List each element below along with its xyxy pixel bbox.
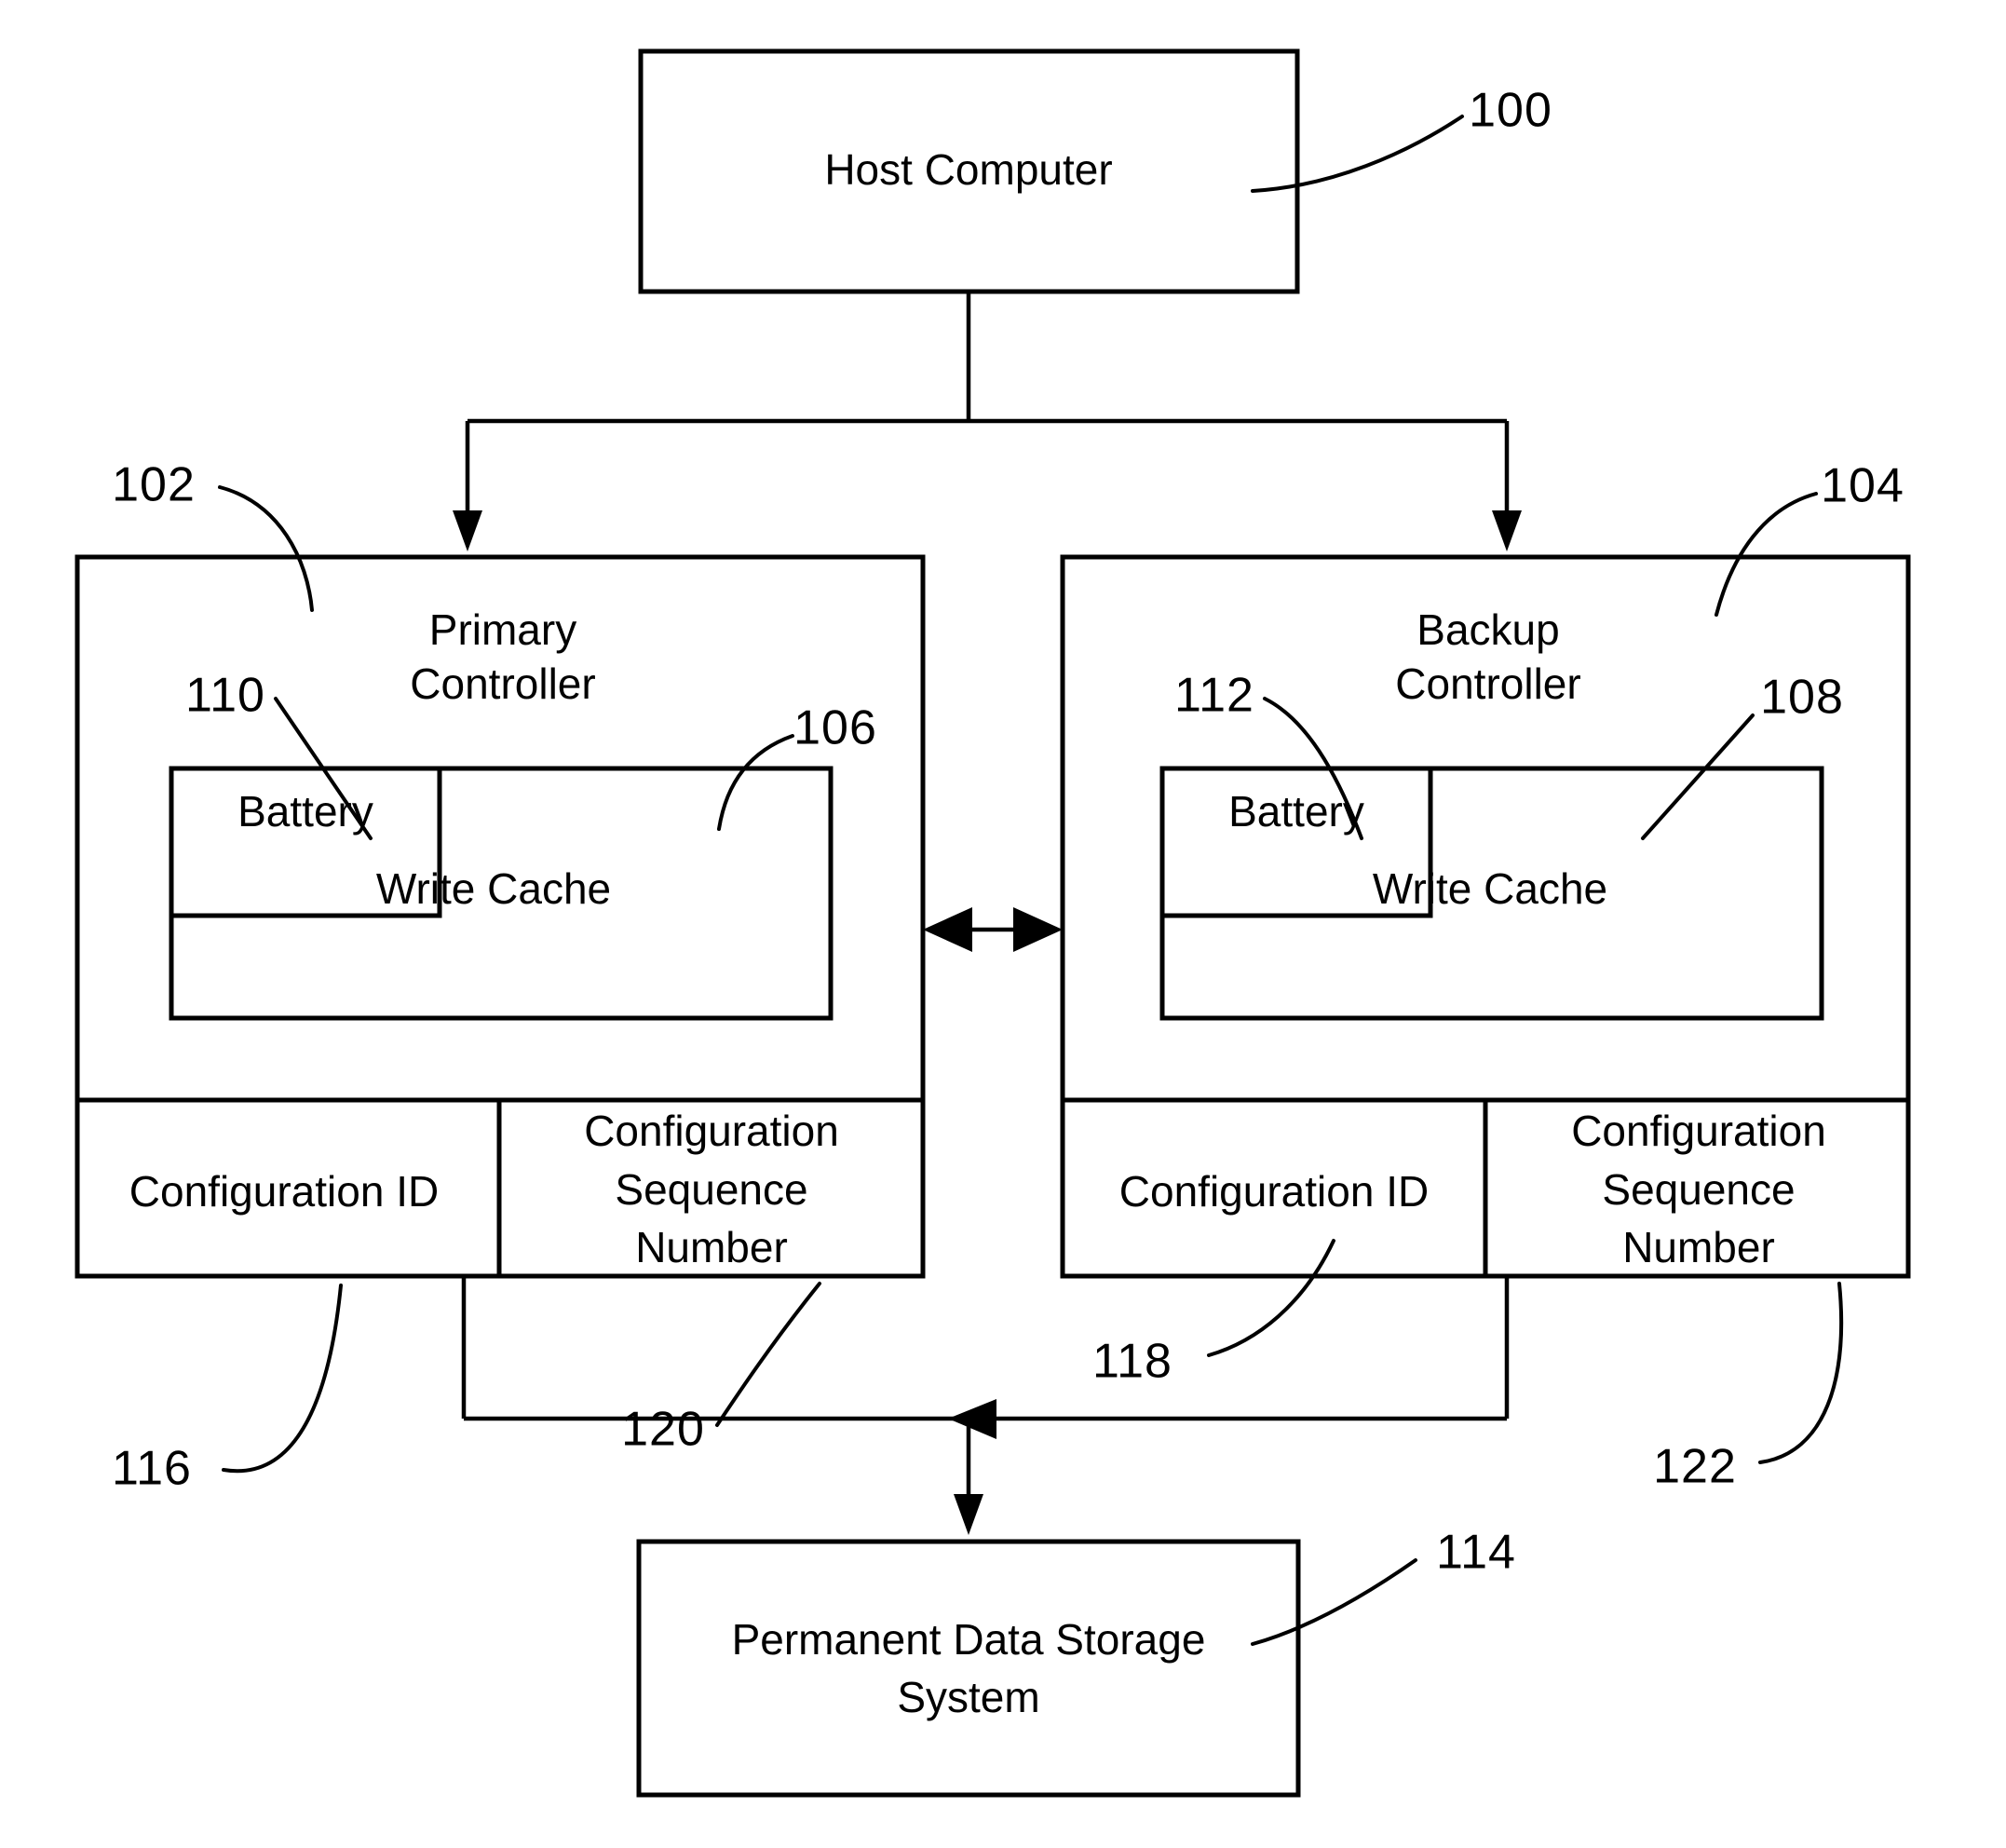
ref-100-leader [1251, 115, 1464, 193]
backup-controller-block: Backup Controller Write Cache Battery Co… [1060, 554, 1911, 1279]
ref-108-callout: 108 [1641, 671, 1844, 840]
controllers-to-storage-bus [461, 1276, 1510, 1535]
ref-106-callout: 106 [717, 701, 877, 831]
primary-controller-label-line1: Primary [429, 605, 576, 654]
permanent-storage-label-line2: System [897, 1673, 1039, 1721]
ref-100-number: 100 [1469, 84, 1552, 138]
ref-110-number: 110 [185, 669, 265, 723]
host-computer-label: Host Computer [824, 145, 1112, 194]
ref-102-number: 102 [112, 458, 196, 512]
primary-configuration-id-label: Configuration ID [129, 1167, 439, 1216]
patent-figure: Host Computer 100 Primary Controller Wri… [0, 0, 2006, 1848]
host-to-controllers-bus [453, 292, 1522, 551]
ref-120-number: 120 [621, 1403, 705, 1457]
diagram-canvas: Host Computer 100 Primary Controller Wri… [75, 48, 1911, 1798]
ref-116-leader [222, 1284, 343, 1474]
ref-108-number: 108 [1760, 671, 1844, 725]
primary-controller-label-line2: Controller [410, 659, 595, 708]
arrowhead-right [1013, 907, 1063, 952]
arrowhead-to-storage [954, 1494, 983, 1535]
primary-config-seq-line2: Sequence [615, 1165, 807, 1214]
ref-114-leader [1251, 1558, 1417, 1646]
ref-108-leader [1641, 713, 1755, 840]
ref-120-leader [715, 1282, 821, 1427]
ref-116-number: 116 [112, 1442, 192, 1496]
ref-102-leader [218, 485, 314, 612]
backup-config-seq-line3: Number [1622, 1223, 1775, 1271]
ref-104-callout: 104 [1715, 459, 1904, 617]
ref-118-leader [1207, 1239, 1335, 1357]
ref-120-callout: 120 [621, 1282, 821, 1457]
ref-118-callout: 118 [1092, 1239, 1335, 1389]
primary-backup-link [923, 907, 1063, 952]
backup-controller-label-line1: Backup [1416, 605, 1559, 654]
ref-106-number: 106 [793, 701, 877, 755]
ref-118-number: 118 [1092, 1335, 1172, 1389]
ref-116-callout: 116 [112, 1284, 343, 1496]
ref-106-leader [717, 734, 794, 831]
ref-104-leader [1715, 492, 1818, 617]
backup-write-cache-label: Write Cache [1373, 864, 1607, 913]
host-computer-block: Host Computer [638, 48, 1300, 294]
primary-controller-block: Primary Controller Write Cache Battery C… [75, 554, 926, 1279]
backup-config-seq-line2: Sequence [1602, 1165, 1795, 1214]
primary-config-seq-line3: Number [635, 1223, 788, 1271]
ref-102-callout: 102 [112, 458, 314, 612]
arrowhead-to-backup [1492, 510, 1522, 551]
arrowhead-left [923, 907, 972, 952]
permanent-storage-block: Permanent Data Storage System [636, 1539, 1301, 1798]
arrowhead-to-primary [453, 510, 482, 551]
ref-114-number: 114 [1436, 1526, 1516, 1580]
backup-config-seq-line1: Configuration [1571, 1107, 1826, 1155]
primary-config-seq-line1: Configuration [584, 1107, 839, 1155]
arrowhead-bus-left [948, 1399, 996, 1439]
ref-122-number: 122 [1653, 1440, 1737, 1494]
primary-write-cache-label: Write Cache [376, 864, 611, 913]
ref-112-number: 112 [1174, 669, 1254, 723]
permanent-storage-label-line1: Permanent Data Storage [732, 1615, 1206, 1664]
backup-configuration-id-label: Configuration ID [1119, 1167, 1429, 1216]
permanent-storage-box [636, 1539, 1301, 1798]
ref-122-callout: 122 [1653, 1282, 1844, 1494]
ref-122-leader [1758, 1282, 1844, 1464]
backup-controller-label-line2: Controller [1395, 659, 1580, 708]
ref-104-number: 104 [1821, 459, 1904, 513]
